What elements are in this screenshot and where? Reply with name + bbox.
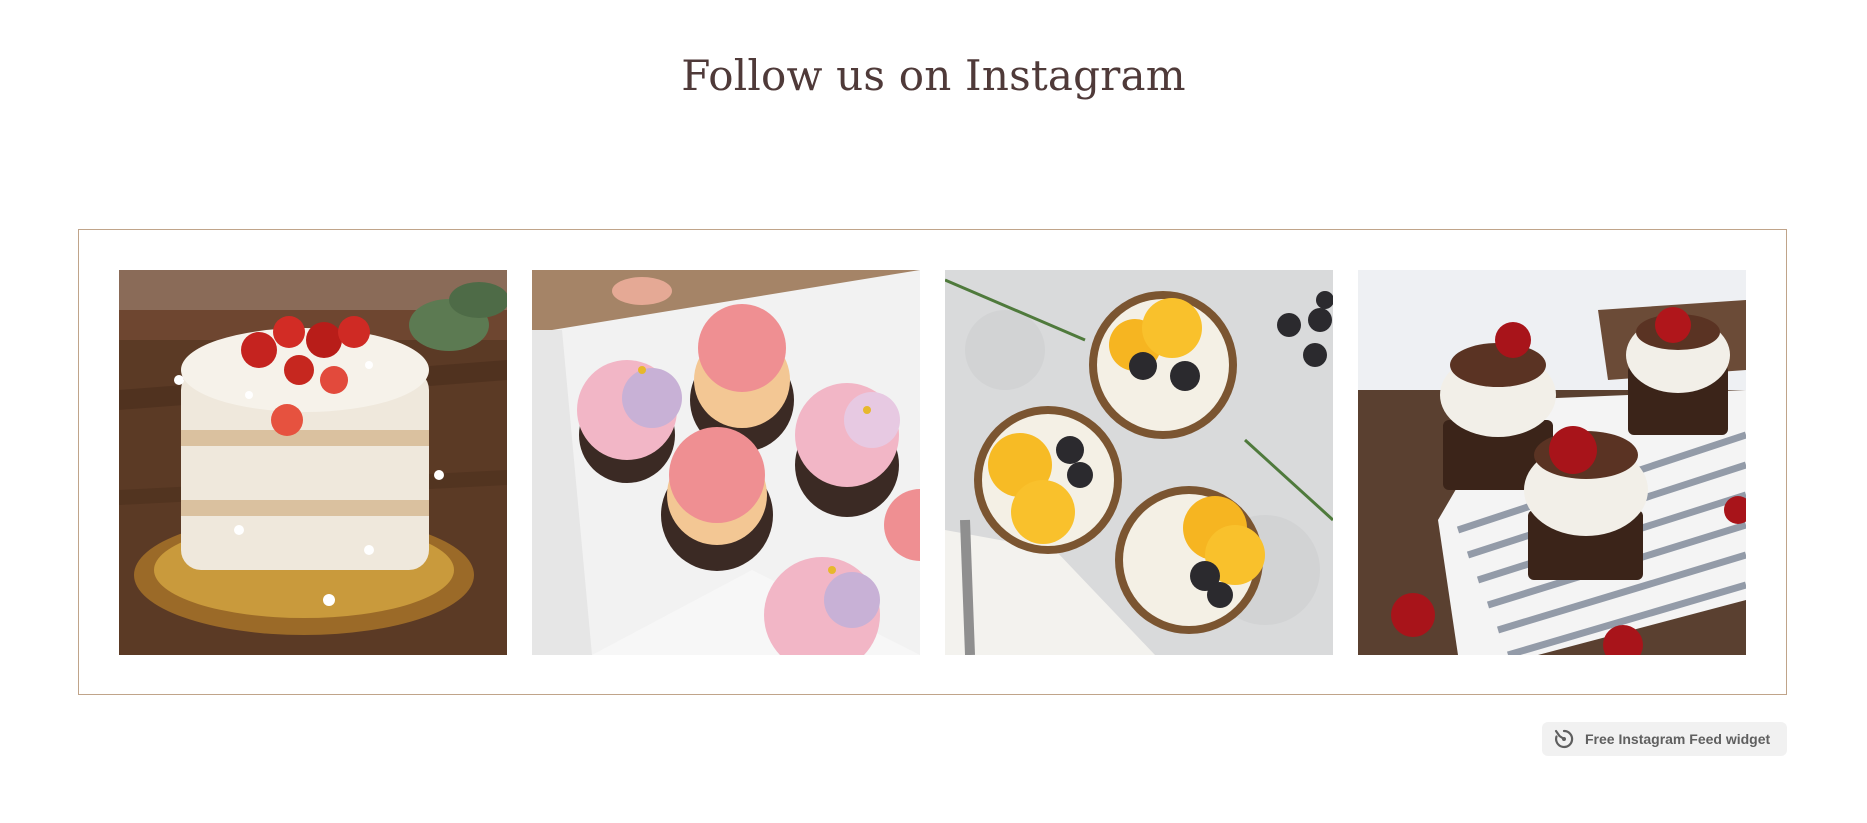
instagram-post-2[interactable]	[532, 270, 920, 655]
instagram-post-1[interactable]	[119, 270, 507, 655]
section-title: Follow us on Instagram	[681, 51, 1186, 100]
post-image-naked-cake	[119, 270, 507, 655]
instagram-post-4[interactable]	[1358, 270, 1746, 655]
post-image-cupcake-box	[532, 270, 920, 655]
instagram-post-3[interactable]	[945, 270, 1333, 655]
elfsight-logo-icon	[1553, 728, 1575, 750]
instagram-feed	[78, 229, 1787, 695]
post-image-cherry-cupcakes	[1358, 270, 1746, 655]
post-image-citrus-tarts	[945, 270, 1333, 655]
widget-badge-label: Free Instagram Feed widget	[1585, 731, 1771, 747]
free-instagram-widget-badge[interactable]: Free Instagram Feed widget	[1542, 722, 1787, 756]
